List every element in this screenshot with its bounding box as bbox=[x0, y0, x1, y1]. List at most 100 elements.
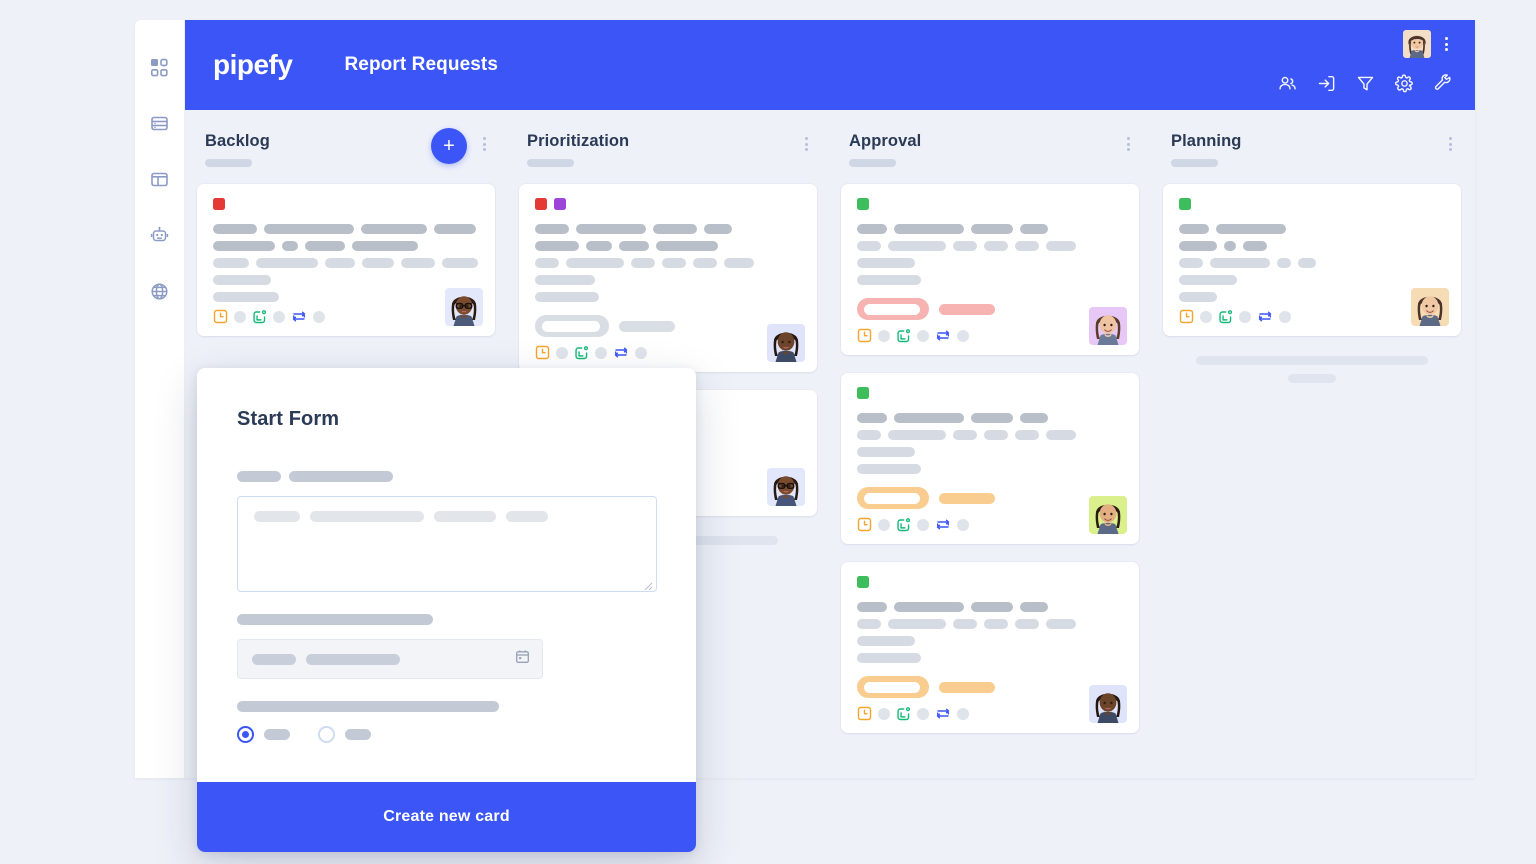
add-card-button[interactable]: + bbox=[431, 128, 467, 164]
column-title: Prioritization bbox=[527, 132, 630, 150]
field-label-textarea bbox=[237, 471, 656, 482]
due-date-icon[interactable] bbox=[857, 517, 872, 532]
text-placeholder-bar bbox=[213, 241, 275, 251]
card-meta-pill bbox=[878, 707, 890, 720]
board-card[interactable] bbox=[197, 184, 495, 336]
sidebar-item-automation[interactable] bbox=[143, 218, 177, 252]
avatar[interactable] bbox=[1403, 30, 1431, 58]
card-labels bbox=[857, 576, 1123, 588]
pipefy-logo[interactable]: pipefy bbox=[213, 51, 293, 79]
text-placeholder-bar bbox=[1179, 224, 1209, 234]
column-menu-icon[interactable] bbox=[477, 134, 491, 154]
column-menu-icon[interactable] bbox=[799, 134, 813, 154]
card-meta-pill bbox=[917, 329, 929, 342]
card-assignee-avatar[interactable] bbox=[1411, 288, 1449, 326]
sidebar-item-layout[interactable] bbox=[143, 162, 177, 196]
board-card[interactable] bbox=[841, 373, 1139, 544]
text-placeholder-bar bbox=[256, 258, 318, 268]
card-label[interactable] bbox=[213, 198, 225, 210]
board-card[interactable] bbox=[841, 184, 1139, 355]
connection-icon[interactable] bbox=[935, 328, 951, 343]
due-date-icon[interactable] bbox=[1179, 309, 1194, 324]
date-input[interactable] bbox=[237, 639, 543, 679]
column-menu-icon[interactable] bbox=[1443, 134, 1457, 154]
card-meta-pill bbox=[556, 346, 568, 359]
sidebar-item-apps[interactable] bbox=[143, 50, 177, 84]
tools-button[interactable] bbox=[1434, 74, 1453, 98]
settings-button[interactable] bbox=[1394, 74, 1414, 98]
card-title-line bbox=[857, 224, 1123, 234]
connection-icon[interactable] bbox=[935, 517, 951, 532]
create-new-card-button[interactable]: Create new card bbox=[197, 782, 696, 852]
text-placeholder-bar bbox=[971, 413, 1013, 423]
due-date-icon[interactable] bbox=[213, 309, 228, 324]
card-meta-line bbox=[535, 292, 801, 302]
card-footer bbox=[857, 328, 1123, 343]
board-card[interactable] bbox=[1163, 184, 1461, 336]
filter-button[interactable] bbox=[1356, 74, 1375, 98]
board-card[interactable] bbox=[841, 562, 1139, 733]
inbox-button[interactable] bbox=[1317, 74, 1336, 98]
checklist-icon[interactable] bbox=[896, 328, 911, 343]
radio-option-2[interactable] bbox=[318, 726, 335, 743]
card-assignee-avatar[interactable] bbox=[767, 324, 805, 362]
board-card[interactable] bbox=[519, 184, 817, 372]
checklist-icon[interactable] bbox=[252, 309, 267, 324]
text-placeholder-bar bbox=[1298, 258, 1316, 268]
card-assignee-avatar[interactable] bbox=[767, 468, 805, 506]
due-date-icon[interactable] bbox=[535, 345, 550, 360]
calendar-icon[interactable] bbox=[515, 649, 530, 669]
form-field-radio bbox=[237, 701, 656, 743]
connection-icon[interactable] bbox=[613, 345, 629, 360]
card-meta-pill bbox=[917, 518, 929, 531]
text-placeholder-bar bbox=[894, 224, 964, 234]
due-date-icon[interactable] bbox=[857, 706, 872, 721]
text-placeholder-bar bbox=[662, 258, 686, 268]
placeholder-bar bbox=[252, 653, 296, 665]
description-textarea[interactable] bbox=[237, 496, 657, 592]
loading-skeleton bbox=[1171, 356, 1453, 383]
radio-option-1[interactable] bbox=[237, 726, 254, 743]
kebab-menu-icon[interactable] bbox=[1439, 34, 1453, 54]
checklist-icon[interactable] bbox=[1218, 309, 1233, 324]
members-button[interactable] bbox=[1278, 74, 1297, 98]
text-placeholder-bar bbox=[857, 464, 921, 474]
card-label[interactable] bbox=[535, 198, 547, 210]
connection-icon[interactable] bbox=[291, 309, 307, 324]
checklist-icon[interactable] bbox=[896, 517, 911, 532]
text-placeholder-bar bbox=[282, 241, 298, 251]
column-count-placeholder bbox=[849, 159, 896, 168]
text-placeholder-bar bbox=[894, 602, 964, 612]
due-date-icon[interactable] bbox=[857, 328, 872, 343]
column-title: Approval bbox=[849, 132, 922, 150]
column-menu-icon[interactable] bbox=[1121, 134, 1135, 154]
connection-icon[interactable] bbox=[935, 706, 951, 721]
text-placeholder-bar bbox=[984, 430, 1008, 440]
card-assignee-avatar[interactable] bbox=[1089, 307, 1127, 345]
checklist-icon[interactable] bbox=[896, 706, 911, 721]
card-label[interactable] bbox=[857, 198, 869, 210]
connection-icon[interactable] bbox=[1257, 309, 1273, 324]
form-field-textarea bbox=[237, 471, 657, 592]
card-meta-pill bbox=[957, 707, 969, 720]
label-placeholder-bar bbox=[289, 471, 393, 482]
resize-handle-icon[interactable] bbox=[643, 578, 653, 591]
card-label[interactable] bbox=[554, 198, 566, 210]
card-meta-line bbox=[857, 258, 1123, 268]
text-placeholder-bar bbox=[213, 258, 249, 268]
card-assignee-avatar[interactable] bbox=[1089, 685, 1127, 723]
card-label[interactable] bbox=[857, 387, 869, 399]
sidebar-item-portal[interactable] bbox=[143, 274, 177, 308]
card-assignee-avatar[interactable] bbox=[1089, 496, 1127, 534]
text-placeholder-bar bbox=[213, 224, 257, 234]
card-label[interactable] bbox=[857, 576, 869, 588]
text-placeholder-bar bbox=[361, 224, 427, 234]
checklist-icon[interactable] bbox=[574, 345, 589, 360]
sidebar-item-database[interactable] bbox=[143, 106, 177, 140]
card-footer bbox=[535, 345, 801, 360]
text-placeholder-bar bbox=[857, 241, 881, 251]
card-assignee-avatar[interactable] bbox=[445, 288, 483, 326]
card-meta-pill bbox=[957, 518, 969, 531]
card-footer bbox=[857, 517, 1123, 532]
card-label[interactable] bbox=[1179, 198, 1191, 210]
